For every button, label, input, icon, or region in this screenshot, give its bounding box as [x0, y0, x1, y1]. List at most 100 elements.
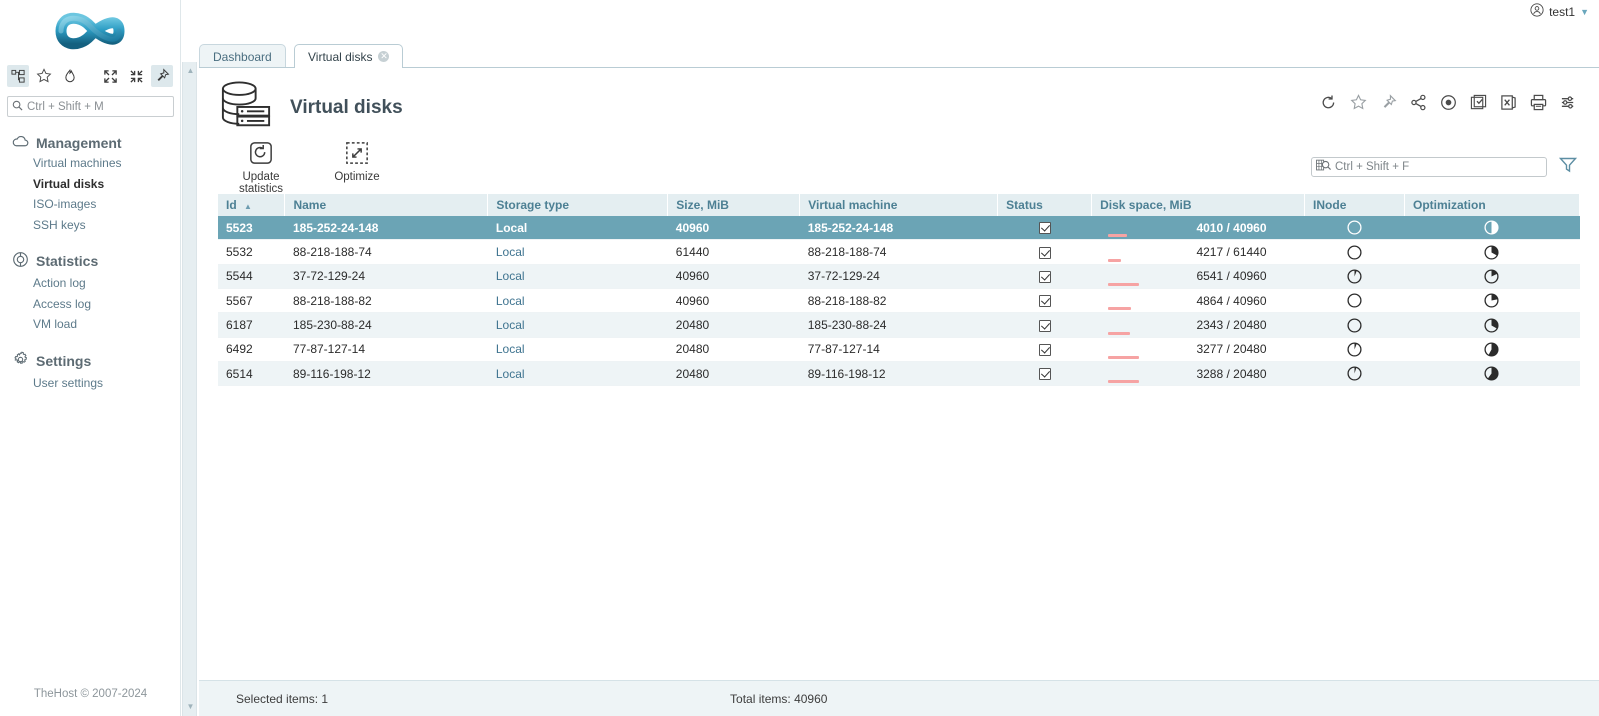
storage-type-link[interactable]: Local	[496, 294, 525, 308]
sidebar-item-vm-load[interactable]: VM load	[0, 314, 180, 335]
storage-type-link[interactable]: Local	[496, 221, 527, 235]
column-header-inode[interactable]: INode	[1304, 194, 1405, 216]
nav-group-header-management[interactable]: Management	[0, 133, 180, 153]
storage-type-link[interactable]: Local	[496, 245, 525, 259]
cell-name: 88-218-188-82	[284, 288, 488, 314]
cell-status[interactable]	[997, 312, 1092, 338]
excel-export-icon[interactable]	[1500, 94, 1517, 111]
cell-status[interactable]	[997, 288, 1092, 314]
refresh-icon[interactable]	[1320, 94, 1337, 111]
sidebar-toolbar	[0, 62, 180, 90]
column-header-size[interactable]: Size, MiB	[667, 194, 801, 216]
flame-icon[interactable]	[59, 65, 81, 87]
sidebar-item-access-log[interactable]: Access log	[0, 294, 180, 315]
storage-type-link[interactable]: Local	[496, 269, 525, 283]
cell-optimization	[1404, 337, 1580, 362]
sidebar-item-ssh-keys[interactable]: SSH keys	[0, 215, 180, 236]
status-checkbox[interactable]	[1038, 271, 1051, 284]
table-row[interactable]: 5567 88-218-188-82 Local 40960 88-218-18…	[218, 288, 1580, 314]
star-outline-icon[interactable]	[1350, 94, 1367, 111]
update-statistics-button[interactable]: Update statistics	[225, 141, 297, 195]
sidebar-item-user-settings[interactable]: User settings	[0, 373, 180, 394]
column-header-virtual-machine[interactable]: Virtual machine	[799, 194, 999, 216]
content-panel: Virtual disks Update statistics Optimize…	[199, 67, 1599, 679]
cell-status[interactable]	[997, 361, 1092, 387]
table-row[interactable]: 5544 37-72-129-24 Local 40960 37-72-129-…	[218, 264, 1580, 289]
table-row[interactable]: 6187 185-230-88-24 Local 20480 185-230-8…	[218, 312, 1580, 338]
cell-storage-type[interactable]: Local	[487, 337, 668, 362]
pin-icon[interactable]	[151, 65, 173, 87]
table-row[interactable]: 6514 89-116-198-12 Local 20480 89-116-19…	[218, 361, 1580, 387]
status-checkbox[interactable]	[1038, 319, 1051, 332]
storage-type-link[interactable]: Local	[496, 318, 525, 332]
star-outline-icon[interactable]	[33, 65, 55, 87]
user-menu[interactable]: test1 ▼	[1530, 3, 1589, 20]
table-row[interactable]: 5532 88-218-188-74 Local 61440 88-218-18…	[218, 239, 1580, 265]
status-checkbox[interactable]	[1038, 295, 1051, 308]
storage-type-link[interactable]: Local	[496, 342, 525, 356]
cell-disk-space: 4217 / 61440	[1091, 239, 1305, 265]
sidebar-item-iso-images[interactable]: ISO-images	[0, 194, 180, 215]
sidebar-search-input[interactable]: Ctrl + Shift + M	[7, 96, 174, 117]
scroll-down-arrow-icon[interactable]: ▼	[185, 702, 196, 712]
status-checkbox[interactable]	[1038, 368, 1051, 381]
column-header-disk-space[interactable]: Disk space, MiB	[1091, 194, 1306, 216]
status-checkbox[interactable]	[1038, 246, 1051, 259]
column-header-optimization[interactable]: Optimization	[1404, 194, 1581, 216]
cell-name: 88-218-188-74	[284, 239, 488, 265]
column-header-storage-type[interactable]: Storage type	[487, 194, 669, 216]
cell-inode	[1304, 216, 1405, 241]
nav-group-header-settings[interactable]: Settings	[0, 349, 180, 373]
table-header-row: Id ▲ Name Storage type Size, MiB Virtual…	[218, 194, 1581, 216]
sidebar-item-action-log[interactable]: Action log	[0, 273, 180, 294]
column-header-id[interactable]: Id ▲	[218, 194, 286, 216]
column-header-status[interactable]: Status	[997, 194, 1093, 216]
settings-sliders-icon[interactable]	[1560, 94, 1577, 111]
cell-storage-type[interactable]: Local	[487, 288, 668, 314]
cell-status[interactable]	[997, 337, 1092, 362]
table-row[interactable]: 6492 77-87-127-14 Local 20480 77-87-127-…	[218, 337, 1580, 362]
pin-icon[interactable]	[1380, 94, 1397, 111]
tab-virtual-disks[interactable]: Virtual disks ✕	[294, 44, 404, 68]
disk-usage-bar	[1107, 380, 1139, 384]
tree-view-icon[interactable]	[7, 65, 29, 87]
nav-group-header-statistics[interactable]: Statistics	[0, 249, 180, 273]
filter-search-input[interactable]: Ctrl + Shift + F	[1311, 156, 1547, 177]
status-checkbox[interactable]	[1038, 222, 1051, 235]
cell-virtual-machine: 185-230-88-24	[799, 312, 998, 338]
application-root: test1 ▼ Ctrl + Shift + M Management Virt…	[0, 0, 1599, 716]
table-row[interactable]: 5523 185-252-24-148 Local 40960 185-252-…	[218, 216, 1580, 241]
optimize-button[interactable]: Optimize	[321, 141, 393, 195]
print-icon[interactable]	[1530, 94, 1547, 111]
storage-type-link[interactable]: Local	[496, 367, 525, 381]
cell-storage-type[interactable]: Local	[487, 264, 668, 289]
nav-group-label: Settings	[36, 352, 92, 369]
cell-status[interactable]	[997, 239, 1092, 265]
cell-storage-type[interactable]: Local	[487, 239, 668, 265]
cell-storage-type[interactable]: Local	[487, 312, 668, 338]
status-checkbox[interactable]	[1038, 344, 1051, 357]
sidebar-item-virtual-disks[interactable]: Virtual disks	[0, 174, 180, 195]
chevron-down-icon[interactable]: ▼	[1580, 7, 1589, 17]
cell-storage-type[interactable]: Local	[487, 361, 668, 387]
record-icon[interactable]	[1440, 94, 1457, 111]
cell-id: 5544	[218, 264, 285, 289]
cell-status[interactable]	[997, 264, 1092, 289]
sidebar-item-virtual-machines[interactable]: Virtual machines	[0, 153, 180, 174]
checkbox-select-icon[interactable]	[1470, 94, 1487, 111]
filter-funnel-icon[interactable]	[1558, 156, 1578, 177]
close-icon[interactable]: ✕	[378, 51, 390, 62]
tab-dashboard[interactable]: Dashboard	[199, 44, 286, 68]
scroll-up-arrow-icon[interactable]: ▲	[185, 66, 196, 76]
collapse-all-icon[interactable]	[125, 65, 147, 87]
expand-all-icon[interactable]	[99, 65, 121, 87]
infinity-logo[interactable]	[0, 0, 180, 62]
sidebar-scrollbar[interactable]: ▲ ▼	[182, 62, 197, 716]
cell-status[interactable]	[997, 216, 1092, 241]
cell-size: 40960	[667, 288, 800, 314]
cell-storage-type[interactable]: Local	[487, 216, 668, 241]
cell-virtual-machine: 89-116-198-12	[799, 361, 998, 387]
column-header-name[interactable]: Name	[284, 194, 489, 216]
page-title: Virtual disks	[290, 96, 403, 118]
share-icon[interactable]	[1410, 94, 1427, 111]
